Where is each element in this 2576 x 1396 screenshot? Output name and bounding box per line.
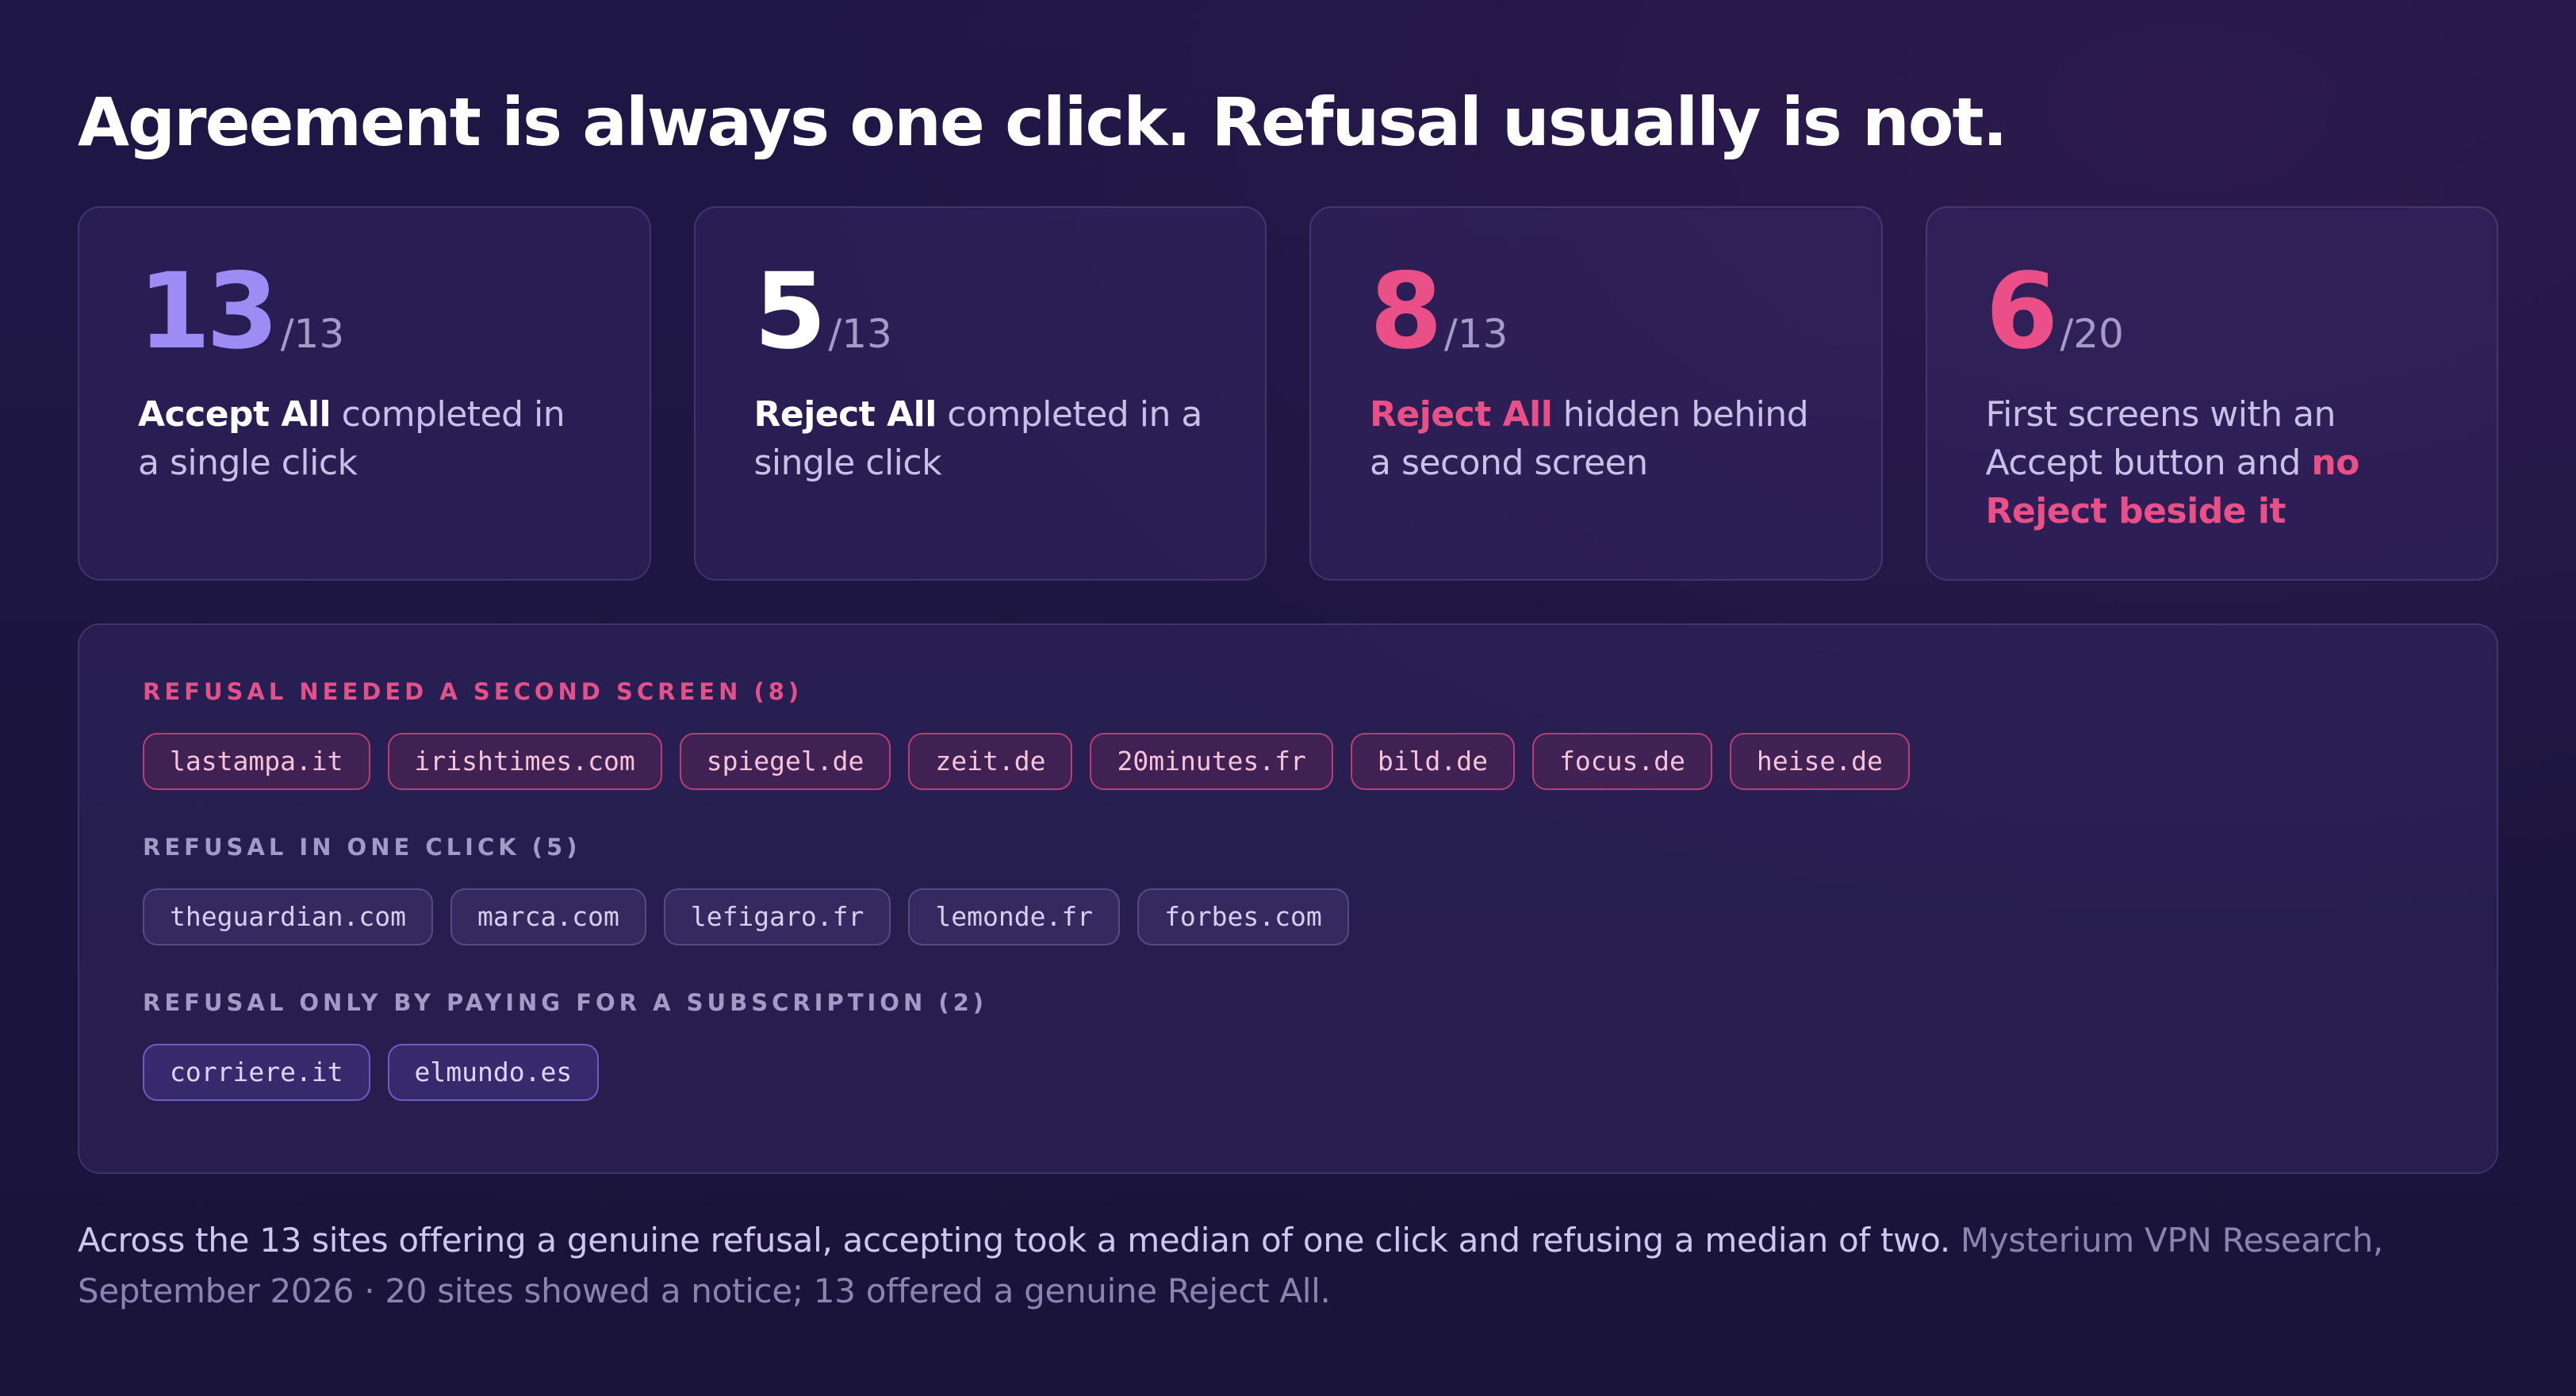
stat-value: 13 (138, 251, 279, 373)
stat-figure: 8 /13 (1370, 251, 1823, 373)
stat-card-reject-one-click: 5 /13 Reject All completed in a single c… (693, 206, 1267, 581)
stat-card-no-reject-first-screen: 6 /20 First screens with an Accept butto… (1925, 206, 2498, 581)
site-groups-panel: REFUSAL NEEDED A SECOND SCREEN (8) lasta… (78, 623, 2498, 1174)
stat-cards: 13 /13 Accept All completed in a single … (78, 206, 2498, 581)
site-chip-list-second-screen: lastampa.it irishtimes.com spiegel.de ze… (143, 733, 2433, 790)
stat-denominator: /13 (828, 311, 892, 357)
site-chip: spiegel.de (679, 733, 891, 790)
site-chip: heise.de (1729, 733, 1910, 790)
site-chip: corriere.it (143, 1044, 370, 1101)
stat-value: 6 (1985, 251, 2059, 373)
page: Agreement is always one click. Refusal u… (0, 0, 2576, 1396)
site-chip: lastampa.it (143, 733, 370, 790)
stat-description: Reject All hidden behind a second screen (1370, 390, 1823, 487)
stat-card-accept-one-click: 13 /13 Accept All completed in a single … (78, 206, 651, 581)
site-chip: 20minutes.fr (1090, 733, 1333, 790)
site-chip: lefigaro.fr (663, 888, 891, 945)
stat-figure: 5 /13 (753, 251, 1207, 373)
stat-description: Reject All completed in a single click (754, 390, 1207, 487)
site-chip: lemonde.fr (908, 888, 1121, 945)
site-chip: elmundo.es (387, 1044, 600, 1101)
site-chip: focus.de (1531, 733, 1712, 790)
site-chip: irishtimes.com (387, 733, 662, 790)
footnote-main: Across the 13 sites offering a genuine r… (78, 1221, 1950, 1260)
stat-description: First screens with an Accept button and … (1986, 390, 2439, 535)
group-heading-second-screen: REFUSAL NEEDED A SECOND SCREEN (8) (143, 678, 803, 705)
group-heading-subscription: REFUSAL ONLY BY PAYING FOR A SUBSCRIPTIO… (143, 989, 988, 1016)
stat-highlight: Reject All (1370, 394, 1553, 435)
site-chip-list-one-click: theguardian.com marca.com lefigaro.fr le… (143, 888, 2433, 945)
stat-value: 5 (753, 251, 827, 373)
site-chip: marca.com (450, 888, 646, 945)
site-chip: bild.de (1350, 733, 1515, 790)
site-chip-list-subscription: corriere.it elmundo.es (143, 1044, 2433, 1101)
footnote: Across the 13 sites offering a genuine r… (78, 1215, 2498, 1317)
stat-denominator: /13 (280, 311, 345, 357)
stat-description: Accept All completed in a single click (138, 390, 591, 487)
stat-highlight: Reject All (753, 394, 937, 435)
stat-highlight: Accept All (138, 394, 332, 435)
stat-text: First screens with an Accept button and (1985, 394, 2336, 483)
stat-denominator: /13 (1443, 311, 1508, 357)
site-chip: forbes.com (1137, 888, 1349, 945)
stat-value: 8 (1370, 251, 1443, 373)
site-chip: zeit.de (908, 733, 1073, 790)
stat-card-reject-hidden: 8 /13 Reject All hidden behind a second … (1309, 206, 1883, 581)
stat-figure: 6 /20 (1985, 251, 2439, 373)
page-title: Agreement is always one click. Refusal u… (78, 83, 2008, 161)
site-chip: theguardian.com (143, 888, 434, 945)
stat-denominator: /20 (2060, 311, 2124, 357)
stat-figure: 13 /13 (138, 251, 591, 373)
group-heading-one-click: REFUSAL IN ONE CLICK (5) (143, 834, 581, 861)
